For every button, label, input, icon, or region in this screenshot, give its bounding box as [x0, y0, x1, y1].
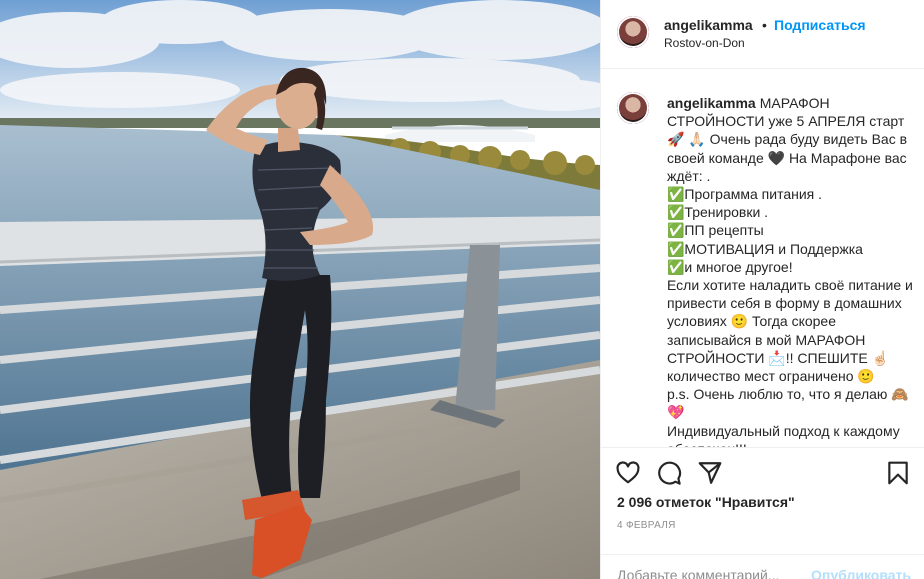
- likes-count[interactable]: 2 096 отметок "Нравится": [617, 494, 795, 510]
- comment-input[interactable]: [617, 565, 817, 579]
- post-header: angelikamma • Подписаться Rostov-on-Don: [601, 0, 924, 69]
- comment-icon[interactable]: [656, 460, 682, 486]
- caption-text: МАРАФОН СТРОЙНОСТИ уже 5 АПРЕЛЯ старт🚀 🙏…: [667, 95, 913, 447]
- comments-area[interactable]: angelikamma МАРАФОН СТРОЙНОСТИ уже 5 АПРЕ…: [601, 70, 924, 447]
- separator-dot: •: [762, 17, 767, 33]
- post-location[interactable]: Rostov-on-Don: [664, 36, 745, 50]
- caption-author-avatar[interactable]: [617, 92, 649, 124]
- post-side-panel: angelikamma • Подписаться Rostov-on-Don …: [600, 0, 924, 579]
- heart-icon[interactable]: [615, 460, 641, 486]
- photo-woman-on-bridge: [0, 0, 600, 579]
- bookmark-icon[interactable]: [885, 460, 911, 486]
- comment-form: Опубликовать: [601, 554, 924, 579]
- paper-plane-icon[interactable]: [697, 460, 723, 486]
- post-actions: 2 096 отметок "Нравится" 4 ФЕВРАЛЯ Опубл…: [601, 447, 924, 579]
- post-caption: angelikamma МАРАФОН СТРОЙНОСТИ уже 5 АПРЕ…: [667, 94, 913, 447]
- follow-button[interactable]: Подписаться: [774, 17, 866, 33]
- author-username[interactable]: angelikamma: [664, 17, 753, 33]
- publish-button[interactable]: Опубликовать: [811, 567, 911, 579]
- caption-username[interactable]: angelikamma: [667, 95, 756, 111]
- post-date[interactable]: 4 ФЕВРАЛЯ: [617, 520, 676, 531]
- author-avatar[interactable]: [617, 16, 649, 48]
- instagram-post: angelikamma • Подписаться Rostov-on-Don …: [0, 0, 924, 579]
- post-photo[interactable]: [0, 0, 600, 579]
